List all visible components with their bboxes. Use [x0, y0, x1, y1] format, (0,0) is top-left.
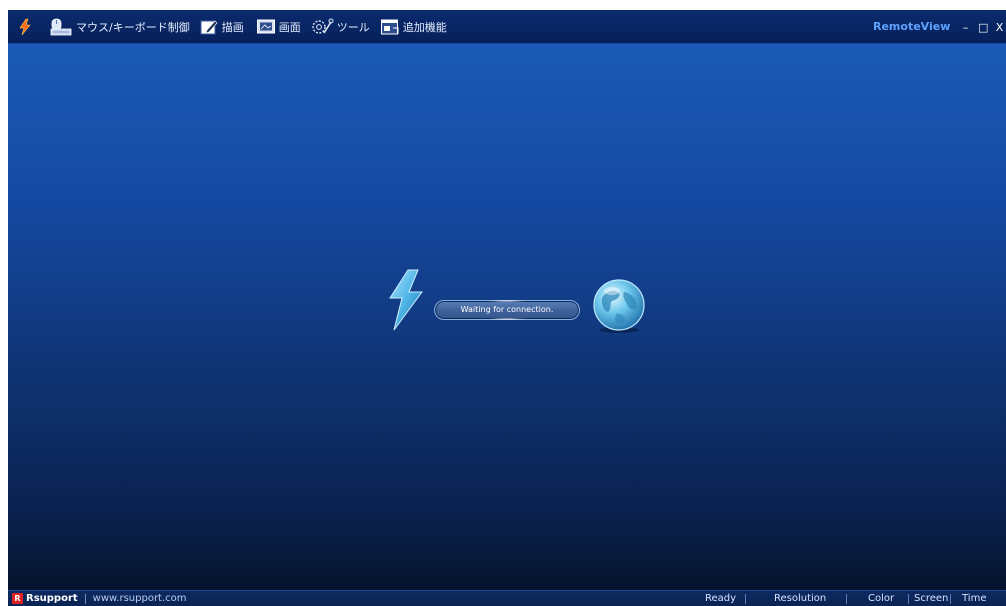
divider [846, 594, 847, 604]
pill-highlight-bottom [487, 318, 527, 320]
toolbar-label: 追加機能 [402, 20, 447, 34]
pill-highlight-top [487, 300, 527, 302]
tools-icon [312, 18, 334, 34]
remote-screen-viewport[interactable]: Waiting for connection. [8, 44, 1006, 590]
toolbar-label: ツール [336, 20, 370, 34]
toolbar-mouse-keyboard[interactable]: マウス/キーボード制御 [46, 15, 193, 39]
status-color: Color [868, 593, 895, 604]
toolbar-label: マウス/キーボード制御 [76, 20, 190, 34]
toolbar-label: 描画 [221, 20, 244, 34]
close-button[interactable]: X [995, 21, 1004, 34]
maximize-button[interactable]: □ [978, 21, 988, 34]
status-time: Time [962, 593, 987, 604]
remoteview-window: マウス/キーボード制御 描画 画面 ツール 追加機能 RemoteView – … [8, 10, 1006, 606]
minimize-button[interactable]: – [961, 21, 970, 34]
connection-indicator: Waiting for connection. [376, 268, 656, 338]
connection-status-pill: Waiting for connection. [434, 300, 580, 320]
status-ready: Ready [705, 593, 737, 604]
screen-icon [256, 19, 275, 33]
mouse-keyboard-icon [50, 18, 72, 35]
toolbar: マウス/キーボード制御 描画 画面 ツール 追加機能 [8, 10, 450, 43]
toolbar-label: 画面 [278, 20, 301, 34]
status-bar: R Rsupport www.rsupport.com Ready Resolu… [8, 590, 1006, 606]
globe-icon [593, 279, 645, 333]
lightning-icon [389, 269, 423, 331]
draw-icon [200, 20, 218, 34]
extra-functions-icon [380, 19, 399, 34]
connection-status-text: Waiting for connection. [460, 305, 554, 314]
app-title: RemoteView [873, 20, 951, 33]
toolbar-extra-functions[interactable]: 追加機能 [377, 15, 450, 39]
status-screen: Screen [914, 593, 949, 604]
toolbar-screen[interactable]: 画面 [253, 15, 304, 39]
divider [950, 594, 951, 604]
toolbar-draw[interactable]: 描画 [196, 15, 247, 39]
divider [908, 594, 909, 604]
lightning-logo-icon [19, 18, 31, 35]
toolbar-tools[interactable]: ツール [307, 15, 373, 39]
status-resolution: Resolution [774, 593, 827, 604]
status-fields: Ready Resolution Color Screen Time [8, 591, 1006, 606]
rsupport-logo-button[interactable] [14, 15, 36, 39]
title-bar: マウス/キーボード制御 描画 画面 ツール 追加機能 RemoteView – … [8, 10, 1006, 44]
divider [745, 594, 746, 604]
window-controls: – □ X [961, 10, 1004, 44]
